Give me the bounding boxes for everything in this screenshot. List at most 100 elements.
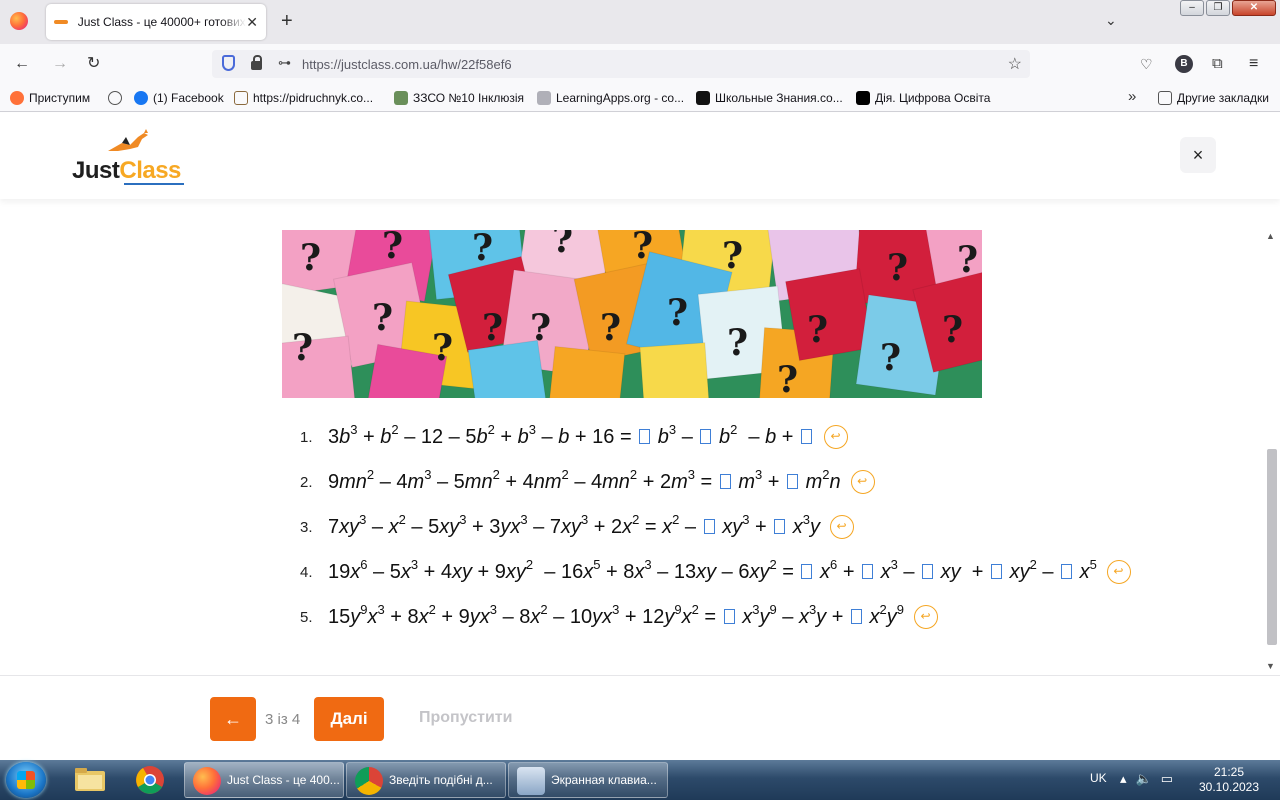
svg-text:?: ? [887,247,908,289]
reset-answer-icon[interactable] [914,605,938,629]
bookmarks-toolbar: Приступим (1) Facebook https://pidruchny… [0,84,1280,112]
scrollbar-thumb[interactable] [1267,449,1277,645]
url-text[interactable]: https://justclass.com.ua/hw/22f58ef6 [302,57,512,72]
profile-avatar[interactable]: B [1175,55,1193,73]
equation-number: 5. [300,608,313,626]
close-exercise-button[interactable]: × [1180,137,1216,173]
taskbar-task-firefox[interactable]: Just Class - це 400... [184,762,344,798]
answer-blank[interactable] [703,518,715,534]
browser-tab-active[interactable]: Just Class - це 40000+ готових з ✕ [46,4,266,40]
reset-answer-icon[interactable] [824,425,849,449]
volume-icon[interactable]: 🔈 [1136,771,1161,786]
firefox-menu-icon[interactable] [10,12,28,30]
explorer-pin[interactable] [62,763,118,797]
window-close-icon[interactable]: ✕ [1232,0,1276,16]
reset-answer-icon[interactable] [1106,560,1131,584]
answer-blank[interactable] [991,563,1003,579]
taskbar-task-chrome[interactable]: Зведіть подібні д... [346,762,506,798]
equation-row: 5. 15y9x3 + 8x2 + 9yx3 – 8x2 – 10yx3 + 1… [300,601,938,633]
forward-arrow-icon[interactable]: → [52,54,68,74]
equation-number: 1. [300,428,313,446]
reload-icon[interactable]: ↻ [87,54,100,74]
bookmark-item[interactable]: LearningApps.org - co... [537,91,684,105]
tracking-protection-icon[interactable] [222,55,235,71]
svg-text:?: ? [880,337,901,379]
network-icon[interactable]: ▭ [1161,771,1182,786]
language-indicator[interactable]: UK [1090,771,1107,785]
chrome-icon [136,766,164,794]
permissions-key-icon[interactable]: ⊶ [278,55,291,71]
bookmark-star-icon[interactable]: ☆ [1008,54,1022,74]
scroll-up-icon[interactable]: ▲ [1266,231,1275,241]
taskbar-clock[interactable]: 21:25 30.10.2023 [1196,765,1262,795]
firefox-icon [10,91,24,105]
znania-icon [696,91,710,105]
kangaroo-logo-icon [108,129,148,151]
firefox-icon [193,767,221,795]
svg-text:?: ? [942,309,963,351]
equation-text: 9mn2 – 4m3 – 5mn2 + 4nm2 – 4mn2 + 2m3 = … [328,466,841,493]
reset-answer-icon[interactable] [850,470,875,494]
reset-answer-icon[interactable] [830,515,855,539]
list-tabs-icon[interactable]: ⌄ [1105,12,1117,29]
svg-text:?: ? [777,359,798,398]
exercise-footer: ← 3 із 4 Далі Пропустити [0,675,1280,760]
extensions-icon[interactable]: ⧉ [1212,54,1223,74]
previous-button[interactable]: ← [210,697,256,741]
pocket-icon[interactable]: ♡ [1140,54,1153,74]
new-tab-icon[interactable]: + [281,10,293,32]
answer-blank[interactable] [1061,563,1073,579]
svg-text:?: ? [530,307,551,349]
system-tray[interactable]: ▴🔈▭ [1120,771,1182,787]
bookmarks-overflow-icon[interactable]: » [1128,88,1136,105]
learningapps-icon [537,91,551,105]
answer-blank[interactable] [700,428,712,444]
equation-row: 1. 3b3 + b2 – 12 – 5b2 + b3 – b + 16 = b… [300,421,849,453]
bookmark-item[interactable]: (1) Facebook [134,91,224,105]
svg-text:?: ? [632,230,653,267]
equation-number: 3. [300,518,313,536]
bookmark-item[interactable]: Приступим [10,91,90,105]
facebook-icon [134,91,148,105]
answer-blank[interactable] [787,473,799,489]
address-bar[interactable]: ⊶ https://justclass.com.ua/hw/22f58ef6 ☆ [212,50,1030,78]
tray-expand-icon[interactable]: ▴ [1120,771,1136,786]
start-button[interactable] [6,762,46,798]
chrome-pin[interactable] [122,763,178,797]
answer-blank[interactable] [801,563,813,579]
bookmark-item[interactable]: https://pidruchnyk.co... [234,91,373,105]
svg-text:?: ? [600,307,621,349]
svg-text:?: ? [667,292,688,334]
bookmark-item[interactable]: ЗЗСО №10 Інклюзія [394,91,524,105]
taskbar-task-keyboard[interactable]: Экранная клавиа... [508,762,668,798]
answer-blank[interactable] [774,518,786,534]
equation-text: 7xy3 – x2 – 5xy3 + 3yx3 – 7xy3 + 2x2 = x… [328,511,821,538]
answer-blank[interactable] [850,608,862,624]
justclass-logo[interactable]: JustClass [72,129,192,185]
page-scrollbar[interactable]: ▲ ▼ [1264,229,1280,675]
diia-icon [856,91,870,105]
answer-blank[interactable] [723,608,735,624]
next-button[interactable]: Далі [314,697,384,741]
answer-blank[interactable] [719,473,731,489]
bookmark-item[interactable] [108,91,122,105]
back-arrow-icon[interactable]: ← [14,54,30,74]
bookmark-item[interactable]: Дія. Цифрова Освіта [856,91,990,105]
folder-icon [75,768,105,791]
keyboard-icon [517,767,545,795]
school-icon [394,91,408,105]
other-bookmarks[interactable]: Другие закладки [1158,91,1269,105]
answer-blank[interactable] [922,563,934,579]
lock-icon[interactable] [251,55,262,70]
logo-underline [124,183,184,185]
tab-close-icon[interactable]: ✕ [246,14,258,31]
skip-button[interactable]: Пропустити [419,709,512,727]
answer-blank[interactable] [862,563,874,579]
scroll-down-icon[interactable]: ▼ [1266,661,1275,671]
answer-blank[interactable] [639,428,651,444]
hamburger-menu-icon[interactable]: ≡ [1249,54,1258,74]
restore-icon[interactable]: ❐ [1206,0,1230,16]
minimize-icon[interactable]: – [1180,0,1204,16]
bookmark-item[interactable]: Школьные Знания.co... [696,91,843,105]
answer-blank[interactable] [801,428,813,444]
